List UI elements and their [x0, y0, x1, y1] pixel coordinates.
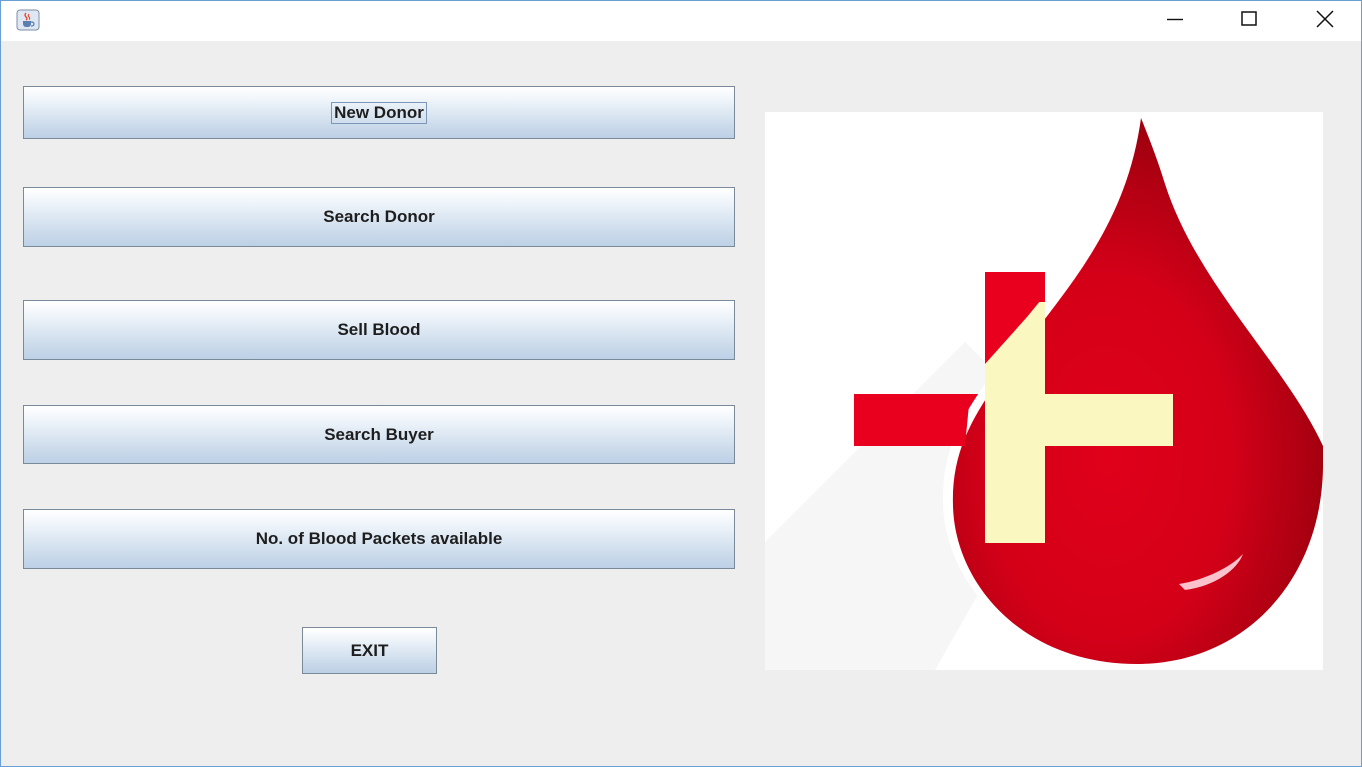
blood-packets-button[interactable]: No. of Blood Packets available: [23, 509, 735, 569]
maximize-button[interactable]: [1211, 1, 1287, 41]
blood-packets-label: No. of Blood Packets available: [255, 529, 503, 548]
java-coffee-icon[interactable]: [16, 9, 40, 31]
exit-label: EXIT: [350, 640, 389, 660]
blood-drop-plus-icon: [765, 118, 1324, 670]
maximize-icon: [1240, 10, 1258, 33]
title-bar[interactable]: [1, 1, 1361, 41]
minimize-icon: [1166, 10, 1184, 33]
search-donor-button[interactable]: Search Donor: [23, 187, 735, 247]
minimize-button[interactable]: [1137, 1, 1213, 41]
close-icon: [1315, 9, 1335, 34]
main-window: New Donor Search Donor Sell Blood Search…: [0, 0, 1362, 767]
close-button[interactable]: [1287, 1, 1361, 41]
blood-bank-logo: [765, 112, 1324, 670]
sell-blood-label: Sell Blood: [337, 320, 421, 339]
search-donor-label: Search Donor: [323, 207, 435, 226]
sell-blood-button[interactable]: Sell Blood: [23, 300, 735, 360]
new-donor-label: New Donor: [331, 101, 427, 124]
search-buyer-button[interactable]: Search Buyer: [23, 405, 735, 464]
search-buyer-label: Search Buyer: [324, 424, 434, 444]
new-donor-button[interactable]: New Donor: [23, 86, 735, 139]
exit-button[interactable]: EXIT: [302, 627, 437, 674]
